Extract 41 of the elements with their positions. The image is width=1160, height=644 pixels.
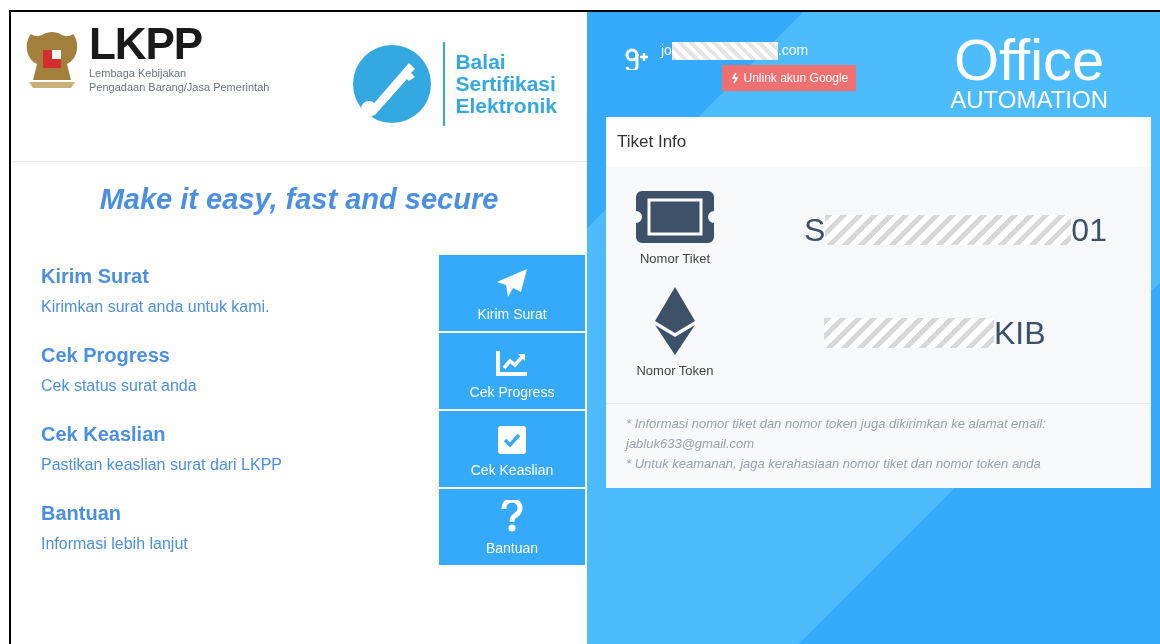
note-email: jabluk633@gmail.com — [626, 435, 756, 453]
brand-title: Office — [953, 32, 1105, 88]
feature-button[interactable]: Kirim Surat — [439, 254, 585, 331]
google-plus-icon — [625, 48, 649, 70]
feature-title: Kirim Surat — [41, 263, 150, 289]
logo-text: Sertifikasi — [455, 73, 557, 95]
logo-subtitle: Pengadaan Barang/Jasa Pemerintah — [89, 80, 270, 94]
logo-text: Balai — [455, 51, 507, 73]
note-text: * Informasi nomor tiket dan nomor token juga dikirimkan ke alamat email: — [626, 415, 1047, 433]
question-mark-icon — [501, 499, 523, 532]
checkbox-icon — [498, 425, 526, 454]
email-text: jo — [661, 41, 672, 60]
token-number: KIB — [994, 314, 1046, 354]
feature-title: Bantuan — [41, 500, 122, 526]
feature-description: Kirimkan surat anda untuk kami. — [41, 296, 271, 317]
brand-subtitle: AUTOMATION — [950, 88, 1108, 112]
card-title: Tiket Info — [617, 131, 687, 154]
field-label: Nomor Token — [636, 361, 714, 380]
logo-text: LKPP — [89, 22, 203, 66]
feature-description: Informasi lebih lanjut — [41, 533, 189, 554]
ticket-icon — [636, 191, 714, 243]
note-text: * Untuk keamanan, jaga kerahasiaan nomor tiket dan nomor token anda — [626, 455, 1042, 473]
unlink-button[interactable]: Unlink akun Google — [721, 65, 857, 91]
field-label: Nomor Tiket — [639, 250, 711, 268]
feature-title: Cek Progress — [41, 342, 171, 368]
feature-button[interactable]: Cek Keaslian — [439, 410, 585, 487]
feature-description: Cek status surat anda — [41, 375, 198, 396]
feature-button[interactable]: Cek Progress — [439, 332, 585, 409]
logo-subtitle: Lembaga Kebijakan — [89, 66, 188, 80]
feature-description: Pastikan keaslian surat dari LKPP — [41, 454, 283, 475]
paper-plane-icon — [496, 267, 528, 298]
tagline: Make it easy, fast and secure — [99, 182, 499, 217]
logo-text: Elektronik — [455, 95, 557, 117]
diamond-icon — [654, 286, 696, 355]
ticket-number: 01 — [1071, 210, 1107, 250]
feature-title: Cek Keaslian — [41, 421, 167, 447]
email-text: .com — [777, 41, 809, 60]
chart-icon — [496, 349, 528, 376]
key-logo-icon — [351, 43, 434, 125]
ticket-number: S — [804, 210, 826, 250]
feature-button[interactable]: Bantuan — [439, 488, 585, 565]
